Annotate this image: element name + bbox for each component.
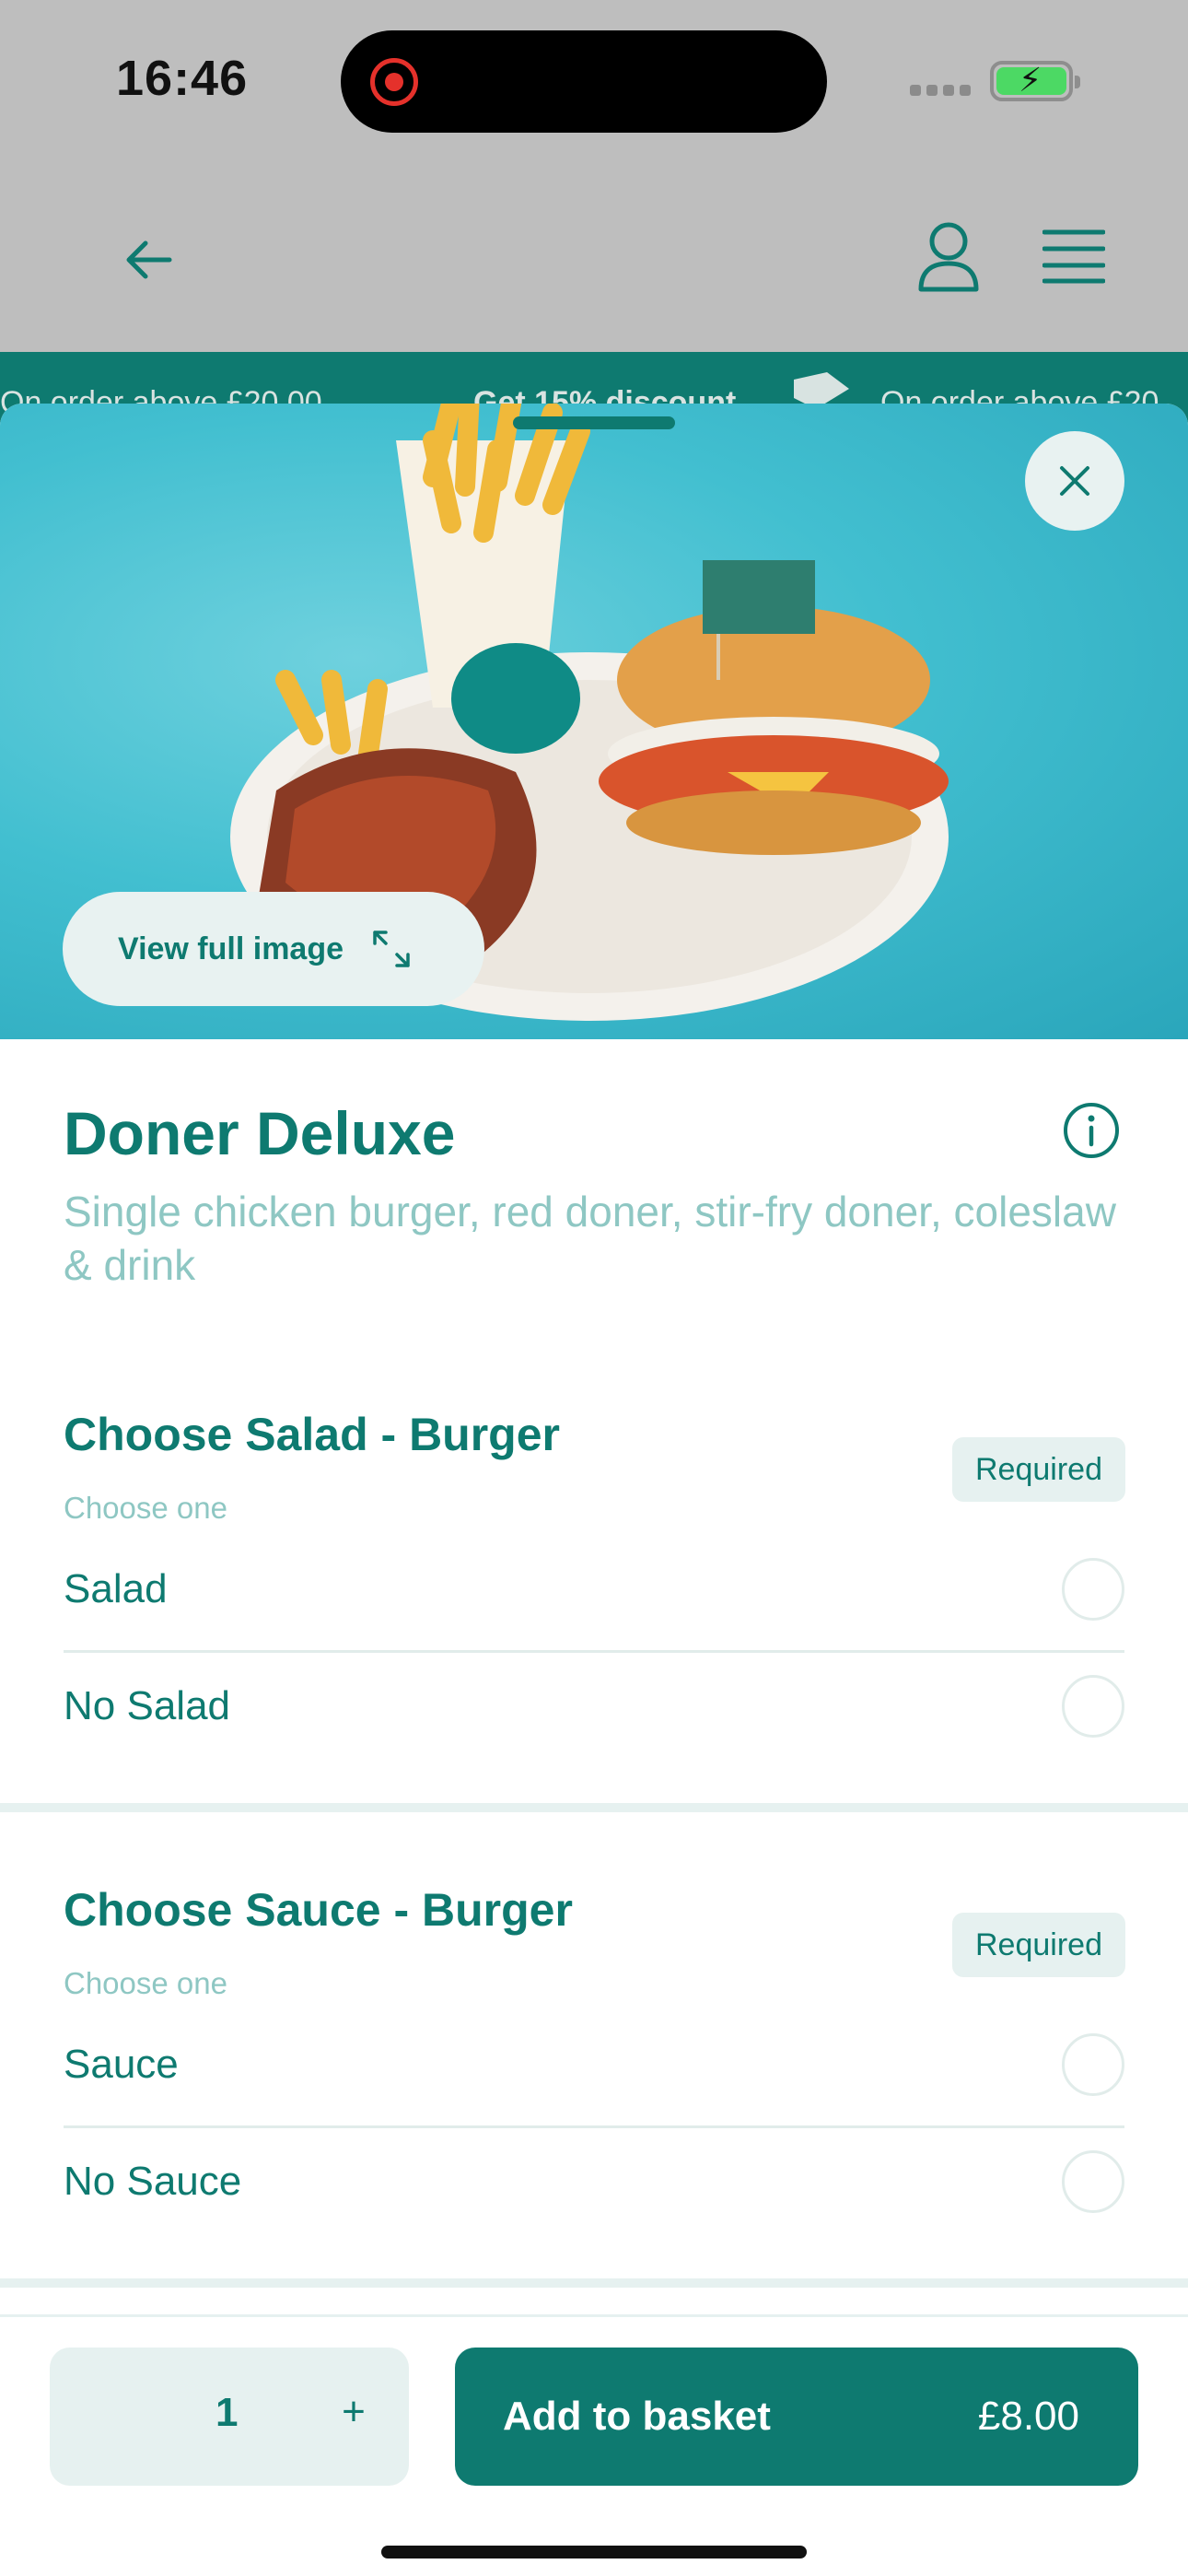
signal-icon <box>910 85 973 98</box>
product-sheet: View full image Doner Deluxe Single chic… <box>0 404 1188 2576</box>
close-icon <box>1060 466 1089 496</box>
option-row-no-salad[interactable]: No Salad <box>64 1648 1124 1764</box>
status-time: 16:46 <box>116 51 249 106</box>
back-arrow-icon[interactable] <box>120 230 179 289</box>
info-icon[interactable] <box>1063 1102 1120 1159</box>
product-title: Doner Deluxe <box>64 1099 456 1167</box>
hamburger-menu-icon[interactable] <box>1042 228 1105 284</box>
required-badge: Required <box>952 1913 1125 1977</box>
top-navigation <box>0 184 1188 332</box>
radio-button[interactable] <box>1062 1558 1124 1621</box>
charging-bolt-icon: ⚡ <box>1019 61 1042 99</box>
status-bar: 16:46 ⚡ <box>0 0 1188 166</box>
view-full-image-label: View full image <box>118 931 344 966</box>
add-to-basket-label: Add to basket <box>503 2394 771 2439</box>
price-label: £8.00 <box>977 2394 1079 2439</box>
quantity-value: 1 <box>215 2390 239 2435</box>
product-image: View full image <box>0 404 1188 1039</box>
profile-icon[interactable] <box>915 219 982 293</box>
home-indicator[interactable] <box>381 2546 807 2558</box>
add-to-basket-button[interactable]: Add to basket £8.00 <box>455 2348 1138 2486</box>
option-group-title: Choose Salad - Burger <box>64 1409 560 1460</box>
option-row-salad[interactable]: Salad <box>64 1531 1124 1647</box>
option-row-sauce[interactable]: Sauce <box>64 2007 1124 2123</box>
battery-icon: ⚡ <box>990 61 1080 101</box>
radio-button[interactable] <box>1062 1675 1124 1738</box>
option-group-subtitle: Choose one <box>64 1966 227 2000</box>
app-frame: 16:46 ⚡ On order above £20.00 Get 15% di… <box>0 0 1188 2576</box>
bottom-action-bar: 1 + Add to basket £8.00 <box>0 2314 1188 2576</box>
view-full-image-button[interactable]: View full image <box>63 892 484 1006</box>
option-group-subtitle: Choose one <box>64 1491 227 1525</box>
option-label: Sauce <box>64 2042 179 2087</box>
option-label: Salad <box>64 1566 168 1611</box>
radio-button[interactable] <box>1062 2150 1124 2213</box>
section-divider <box>0 1803 1188 1812</box>
section-divider <box>0 2278 1188 2288</box>
option-row-no-sauce[interactable]: No Sauce <box>64 2124 1124 2240</box>
expand-icon <box>373 931 410 967</box>
required-badge: Required <box>952 1437 1125 1502</box>
sheet-grab-handle[interactable] <box>513 416 675 429</box>
option-label: No Sauce <box>64 2159 242 2204</box>
increment-button[interactable]: + <box>326 2384 381 2440</box>
screen-recording-icon <box>370 58 418 106</box>
option-label: No Salad <box>64 1683 231 1728</box>
option-group-title: Choose Sauce - Burger <box>64 1884 573 1936</box>
quantity-stepper: 1 + <box>50 2348 409 2486</box>
close-button[interactable] <box>1025 431 1124 531</box>
product-description: Single chicken burger, red doner, stir-f… <box>64 1188 1116 1289</box>
dynamic-island <box>341 30 827 133</box>
radio-button[interactable] <box>1062 2033 1124 2096</box>
